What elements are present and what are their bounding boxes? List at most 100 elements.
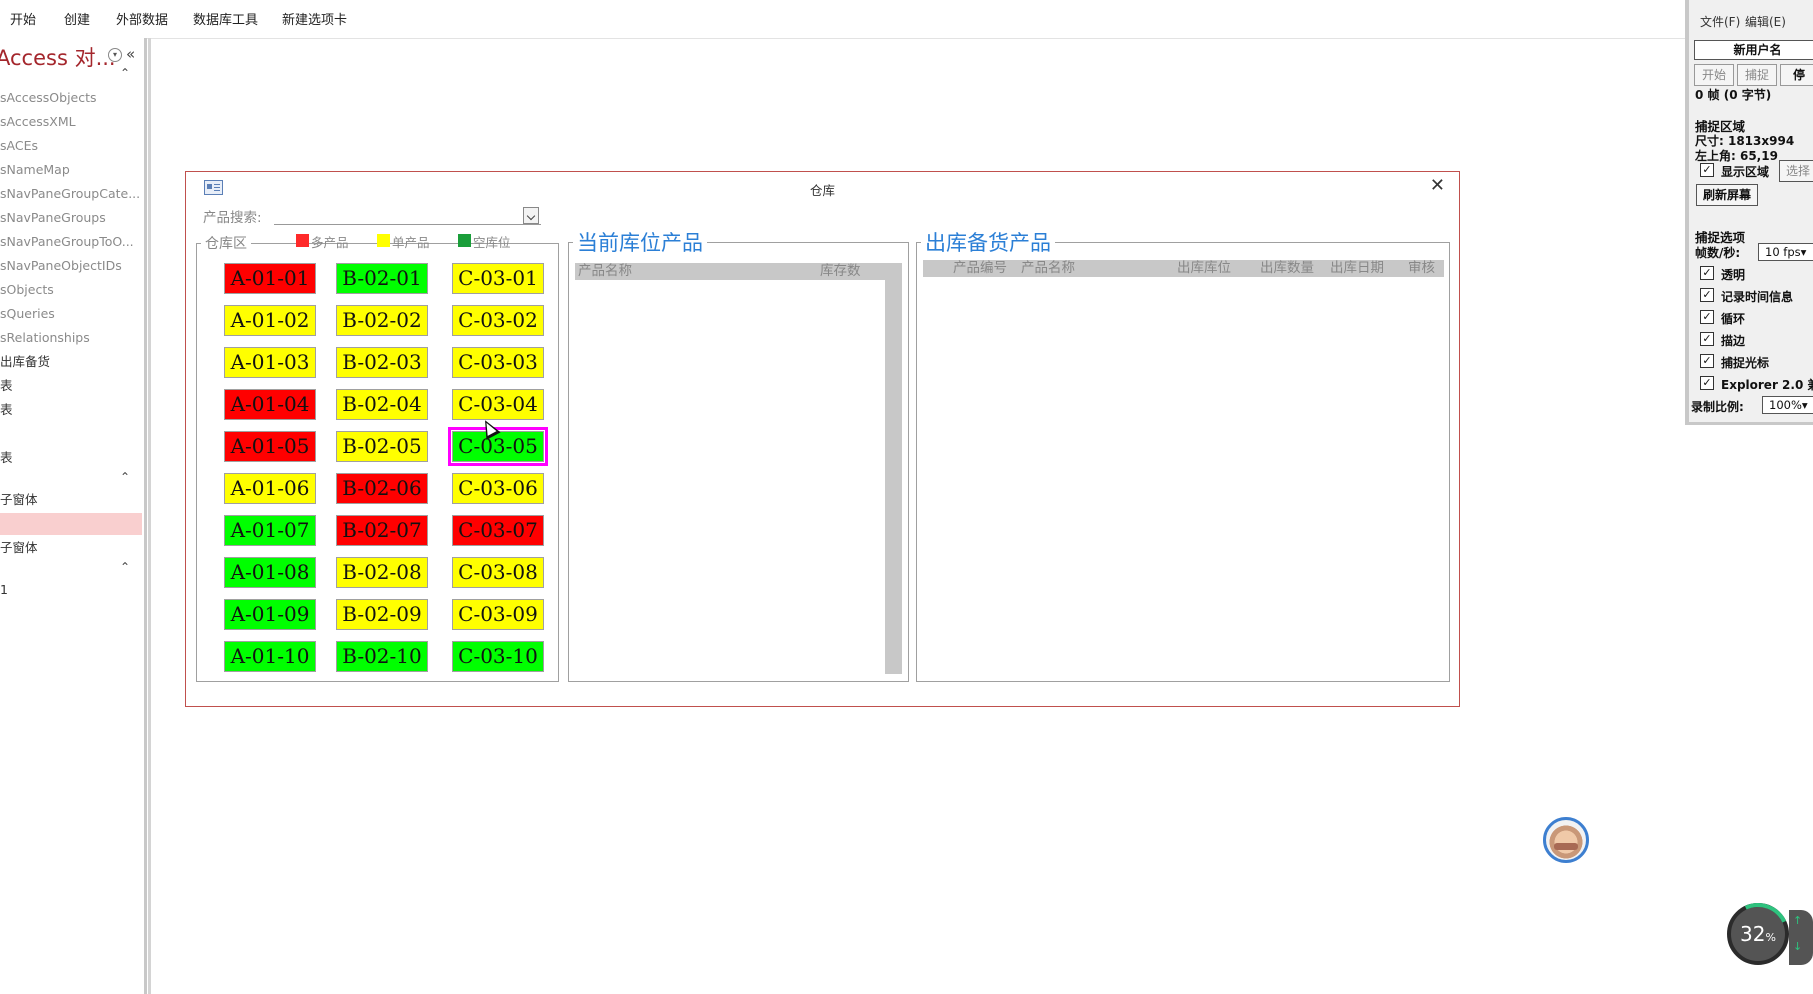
slot-button[interactable]: A-01-02 (224, 305, 316, 336)
current-products-scrollbar[interactable] (885, 280, 902, 674)
slot-button[interactable]: A-01-06 (224, 473, 316, 504)
group-collapse-icon[interactable]: ⌃ (120, 560, 130, 574)
nav-item[interactable]: sNavPaneGroups (0, 207, 142, 229)
slot-button[interactable]: B-02-06 (336, 473, 428, 504)
slot-button[interactable]: C-03-07 (452, 515, 544, 546)
col-stock[interactable]: 库存数 (820, 263, 861, 280)
slot-button[interactable]: A-01-08 (224, 557, 316, 588)
current-products-header: 产品名称 库存数 (575, 263, 902, 280)
col-product-name[interactable]: 产品名称 (1021, 260, 1075, 277)
close-icon[interactable]: ✕ (1430, 175, 1445, 196)
slot-button[interactable]: C-03-01 (452, 263, 544, 294)
slot-button[interactable]: B-02-03 (336, 347, 428, 378)
explorer-compat-checkbox[interactable]: ✓ (1700, 376, 1714, 390)
nav-pane-menu-icon[interactable]: ▾ (108, 48, 122, 62)
nav-item[interactable]: 表 (0, 447, 142, 469)
slot-button[interactable]: B-02-10 (336, 641, 428, 672)
recorder-user-name[interactable]: 新用户名 (1694, 40, 1813, 60)
nav-item[interactable]: 出库备货 (0, 351, 142, 373)
recorder-menu-file[interactable]: 文件(F) (1700, 13, 1740, 30)
tab-home[interactable]: 开始 (10, 9, 36, 28)
slot-button[interactable]: A-01-04 (224, 389, 316, 420)
chevron-down-icon[interactable] (523, 207, 539, 224)
legend-label-multi: 多产品 (311, 235, 349, 250)
col-out-date[interactable]: 出库日期 (1330, 260, 1384, 277)
slot-button[interactable]: C-03-05 (448, 427, 548, 466)
group-collapse-icon[interactable]: ⌃ (120, 470, 130, 484)
nav-item[interactable] (0, 423, 142, 445)
slot-button[interactable]: B-02-01 (336, 263, 428, 294)
fps-select[interactable]: 10 fps▾ (1758, 243, 1813, 261)
loop-checkbox[interactable]: ✓ (1700, 310, 1714, 324)
user-avatar[interactable] (1543, 817, 1589, 863)
nav-pane-title[interactable]: Access 对... (0, 42, 116, 72)
col-product-name[interactable]: 产品名称 (578, 263, 632, 280)
group-collapse-icon[interactable]: ⌃ (120, 66, 130, 80)
nav-item[interactable]: 子窗体 (0, 537, 142, 559)
product-search-input[interactable] (274, 206, 541, 225)
slot-button[interactable]: C-03-09 (452, 599, 544, 630)
slot-button[interactable]: A-01-03 (224, 347, 316, 378)
slot-button[interactable]: A-01-07 (224, 515, 316, 546)
record-time-checkbox[interactable]: ✓ (1700, 288, 1714, 302)
col-product-code[interactable]: 产品编号 (953, 260, 1007, 277)
select-area-button[interactable]: 选择 (1779, 160, 1813, 182)
slot-button[interactable]: C-03-03 (452, 347, 544, 378)
tab-database-tools[interactable]: 数据库工具 (193, 9, 258, 28)
tab-new-tab[interactable]: 新建选项卡 (282, 9, 347, 28)
capture-cursor-checkbox[interactable]: ✓ (1700, 354, 1714, 368)
slot-button[interactable]: C-03-06 (452, 473, 544, 504)
slot-button[interactable]: A-01-10 (224, 641, 316, 672)
nav-item[interactable]: sAccessXML (0, 111, 142, 133)
recorder-start-button[interactable]: 开始 (1694, 64, 1734, 86)
tab-create[interactable]: 创建 (64, 9, 90, 28)
slot-button[interactable]: A-01-05 (224, 431, 316, 462)
slot-button[interactable]: C-03-10 (452, 641, 544, 672)
scale-value: 100% (1769, 398, 1802, 412)
slot-button[interactable]: B-02-04 (336, 389, 428, 420)
slot-button[interactable]: B-02-09 (336, 599, 428, 630)
slot-button[interactable]: C-03-04 (452, 389, 544, 420)
nav-item[interactable]: 表 (0, 375, 142, 397)
nav-item-selected[interactable] (0, 513, 142, 535)
show-area-checkbox[interactable]: ✓ (1700, 163, 1714, 177)
pane-divider[interactable] (148, 38, 151, 994)
progress-gauge: 32% (1718, 894, 1798, 974)
nav-item[interactable]: sRelationships (0, 327, 142, 349)
nav-item[interactable]: sAccessObjects (0, 87, 142, 109)
slot-button[interactable]: C-03-08 (452, 557, 544, 588)
gauge-number: 32 (1740, 922, 1766, 946)
slot-button[interactable]: C-03-02 (452, 305, 544, 336)
nav-pane-collapse-icon[interactable]: « (126, 45, 135, 63)
nav-item[interactable]: sNavPaneObjectIDs (0, 255, 142, 277)
slot-button[interactable]: B-02-02 (336, 305, 428, 336)
nav-item[interactable]: sACEs (0, 135, 142, 157)
nav-item[interactable]: sNameMap (0, 159, 142, 181)
nav-item[interactable]: sQueries (0, 303, 142, 325)
transparent-checkbox[interactable]: ✓ (1700, 266, 1714, 280)
refresh-screen-button[interactable]: 刷新屏幕 (1696, 184, 1759, 206)
scale-select[interactable]: 100%▾ (1762, 396, 1813, 414)
slot-button[interactable]: A-01-09 (224, 599, 316, 630)
slot-button[interactable]: B-02-08 (336, 557, 428, 588)
slot-button[interactable]: B-02-07 (336, 515, 428, 546)
nav-item[interactable]: sObjects (0, 279, 142, 301)
nav-item[interactable]: 1 (0, 579, 142, 601)
window-title: 仓库 (809, 183, 835, 198)
outline-checkbox[interactable]: ✓ (1700, 332, 1714, 346)
nav-item[interactable]: 表 (0, 399, 142, 421)
col-out-slot[interactable]: 出库库位 (1177, 260, 1231, 277)
recorder-menu-edit[interactable]: 编辑(E) (1745, 13, 1786, 30)
nav-item[interactable]: sNavPaneGroupCate... (0, 183, 142, 205)
col-review[interactable]: 审核 (1408, 260, 1435, 277)
col-out-qty[interactable]: 出库数量 (1260, 260, 1314, 277)
slot-button[interactable]: A-01-01 (224, 263, 316, 294)
nav-item[interactable]: 子窗体 (0, 489, 142, 511)
recorder-stop-button[interactable]: 停 (1780, 64, 1813, 86)
navigation-pane: Access 对... ▾ « ⌃ sAccessObjects sAccess… (0, 38, 147, 994)
tab-external-data[interactable]: 外部数据 (116, 9, 168, 28)
recorder-capture-button[interactable]: 捕捉 (1737, 64, 1777, 86)
outline-label: 描边 (1721, 334, 1746, 348)
slot-button[interactable]: B-02-05 (336, 431, 428, 462)
nav-item[interactable]: sNavPaneGroupToO... (0, 231, 142, 253)
